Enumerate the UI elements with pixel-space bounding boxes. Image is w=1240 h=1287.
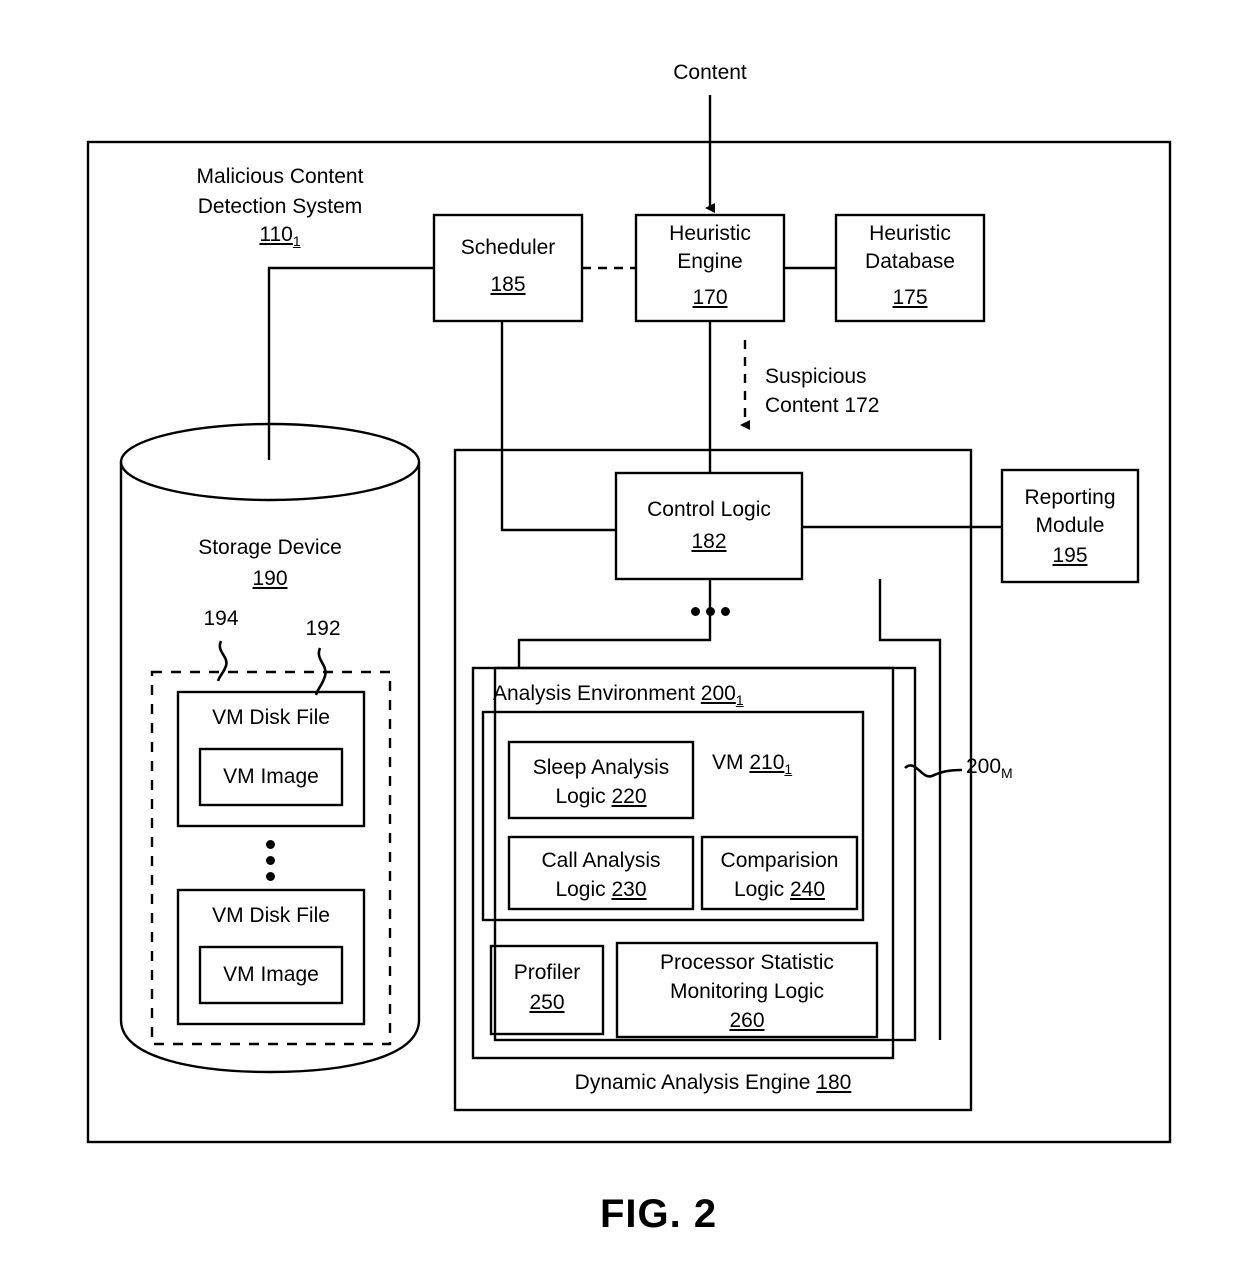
storage-device-ref: 190 — [252, 567, 288, 590]
analysis-environment-label-text: Analysis Environment — [493, 682, 695, 705]
callout-squiggle-194 — [216, 640, 228, 682]
link-scheduler-control-logic — [500, 321, 616, 532]
reporting-module-ref: 195 — [1052, 544, 1088, 567]
reporting-module-label-line2: Module — [1035, 514, 1105, 537]
heuristic-database-label-line1: Heuristic — [869, 222, 951, 245]
link-control-to-env-last — [878, 579, 942, 1040]
analysis-environment-label: Analysis Environment 2001 — [493, 679, 873, 710]
system-title: Malicious Content Detection System — [130, 162, 430, 222]
callout-192-label: 192 — [305, 617, 341, 640]
reporting-module-label-line1: Reporting — [1024, 486, 1116, 509]
dynamic-analysis-engine-label: Dynamic Analysis Engine 180 — [455, 1068, 971, 1098]
link-control-to-env-first — [517, 579, 712, 668]
control-logic-ref: 182 — [691, 530, 727, 553]
vm-image-n-label: VM Image — [223, 963, 319, 986]
sleep-analysis-logic-label-line2: Logic 220 — [555, 785, 647, 808]
heuristic-engine-ref: 170 — [692, 286, 728, 309]
sleep-analysis-logic-ref: 220 — [611, 785, 647, 808]
vm-ref: 210 — [749, 751, 785, 774]
call-analysis-logic-ref: 230 — [611, 878, 647, 901]
suspicious-content-label-line1: Suspicious — [765, 365, 867, 388]
system-title-line2: Detection System — [197, 195, 363, 218]
callout-squiggle-200m — [904, 764, 963, 778]
processor-statistic-ref: 260 — [729, 1009, 765, 1032]
analysis-environment-ref-sub: 1 — [735, 692, 744, 708]
callout-squiggle-192 — [314, 647, 327, 696]
figure-caption: FIG. 2 — [600, 1192, 718, 1236]
control-logic-box — [614, 471, 804, 581]
storage-device-label: Storage Device — [198, 536, 342, 559]
scheduler-label: Scheduler — [460, 236, 556, 259]
control-logic-label: Control Logic — [647, 498, 771, 521]
profiler-label: Profiler — [513, 961, 581, 984]
link-scheduler-storage — [267, 266, 434, 460]
scheduler-ref: 185 — [490, 273, 526, 296]
sleep-analysis-logic-label-line1: Sleep Analysis — [532, 756, 670, 779]
storage-cylinder-top — [119, 422, 421, 502]
analysis-environment-last-ref: 200M — [966, 755, 1013, 781]
call-analysis-logic-label-line1: Call Analysis — [541, 849, 661, 872]
comparison-logic-label-line1: Comparision — [720, 849, 839, 872]
figure-canvas: Content Malicious Content Detection Syst… — [0, 0, 1240, 1287]
heuristic-engine-label-line1: Heuristic — [669, 222, 751, 245]
analysis-environment-ellipsis — [691, 607, 730, 616]
callout-194-label: 194 — [203, 607, 239, 630]
vm-label: VM 2101 — [712, 748, 862, 779]
profiler-ref: 250 — [529, 991, 565, 1014]
content-input-label: Content — [673, 61, 747, 84]
vm-image-1-label: VM Image — [223, 765, 319, 788]
vm-disk-file-ellipsis — [266, 840, 275, 881]
heuristic-engine-label-line2: Engine — [677, 250, 743, 273]
analysis-environment-ref: 200 — [700, 682, 736, 705]
system-title-line1: Malicious Content — [196, 165, 364, 188]
comparison-logic-ref: 240 — [790, 878, 826, 901]
suspicious-content-label-line2: Content 172 — [765, 394, 880, 417]
system-ref: 1101 — [259, 223, 301, 249]
processor-statistic-label-line2: Monitoring Logic — [669, 980, 825, 1003]
vm-ref-sub: 1 — [784, 761, 793, 777]
heuristic-database-ref: 175 — [892, 286, 928, 309]
vm-disk-file-n-label: VM Disk File — [212, 904, 330, 927]
call-analysis-logic-label-line2: Logic 230 — [555, 878, 647, 901]
dynamic-analysis-engine-ref: 180 — [816, 1071, 852, 1094]
processor-statistic-label-line1: Processor Statistic — [660, 951, 834, 974]
dynamic-analysis-engine-label-text: Dynamic Analysis Engine — [574, 1071, 811, 1094]
scheduler-box — [432, 213, 584, 323]
vm-label-text: VM — [712, 751, 744, 774]
heuristic-database-label-line2: Database — [865, 250, 955, 273]
comparison-logic-label-line2: Logic 240 — [733, 878, 826, 901]
vm-disk-file-1-label: VM Disk File — [212, 706, 330, 729]
